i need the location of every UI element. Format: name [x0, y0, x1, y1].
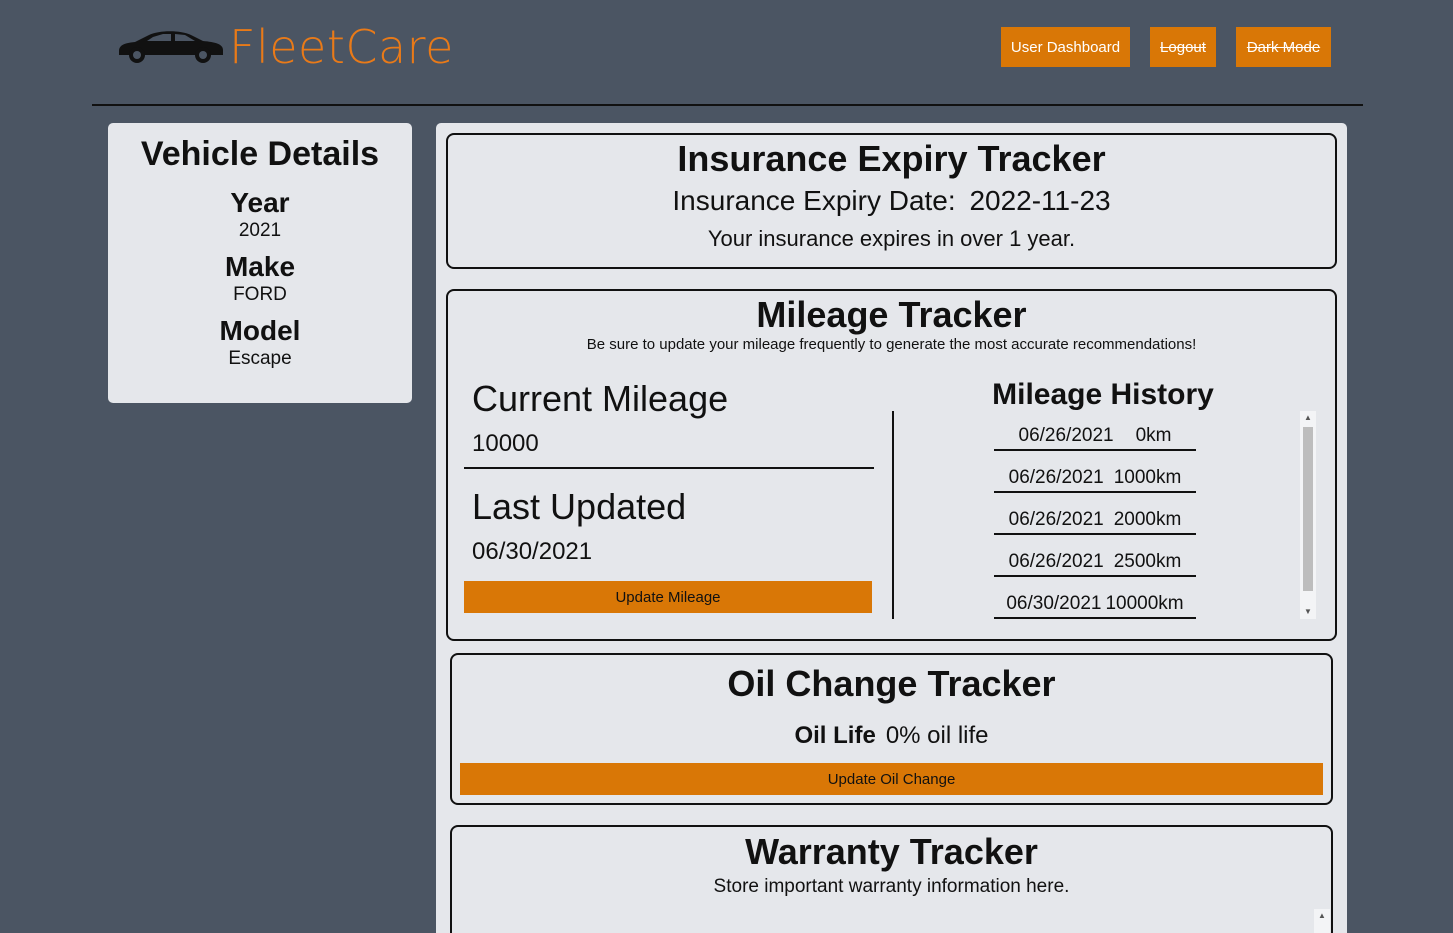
history-date: 06/26/2021 — [1018, 425, 1114, 446]
model-value: Escape — [228, 348, 292, 369]
insurance-tracker: Insurance Expiry Tracker Insurance Expir… — [446, 133, 1337, 269]
history-date: 06/26/2021 — [1008, 551, 1104, 572]
warranty-title: Warranty Tracker — [745, 831, 1038, 872]
header-divider — [92, 104, 1363, 106]
history-scrollbar[interactable]: ▲ ▼ — [1300, 411, 1316, 619]
list-item: 06/26/2021 2000km — [994, 493, 1196, 535]
insurance-title: Insurance Expiry Tracker — [677, 138, 1106, 179]
list-item: 06/26/2021 1000km — [994, 451, 1196, 493]
history-value: 2500km — [1113, 551, 1182, 572]
user-dashboard-button[interactable]: User Dashboard — [1001, 27, 1130, 67]
dark-mode-button[interactable]: Dark Mode — [1236, 27, 1331, 67]
page: FleetCare User Dashboard Logout Dark Mod… — [0, 0, 1453, 933]
mileage-history-list[interactable]: 06/26/2021 0km 06/26/2021 1000km 06/26/2… — [994, 419, 1198, 619]
history-value: 0km — [1135, 425, 1172, 446]
update-oil-change-button[interactable]: Update Oil Change — [460, 763, 1323, 795]
oil-title: Oil Change Tracker — [727, 663, 1056, 704]
warranty-tracker: Warranty Tracker Store important warrant… — [450, 825, 1333, 933]
insurance-date-label: Insurance Expiry Date: — [672, 185, 956, 216]
list-item: 06/26/2021 0km — [994, 419, 1196, 451]
mileage-title: Mileage Tracker — [756, 294, 1027, 335]
brand-name: FleetCare — [229, 20, 454, 74]
warranty-subtitle: Store important warranty information her… — [713, 876, 1070, 897]
logout-button[interactable]: Logout — [1150, 27, 1216, 67]
update-mileage-button[interactable]: Update Mileage — [464, 581, 872, 613]
current-mileage-value: 10000 — [472, 430, 539, 457]
history-value: 1000km — [1113, 467, 1182, 488]
oil-life-line: Oil Life 0% oil life — [452, 721, 1331, 751]
history-date: 06/30/2021 — [1006, 593, 1102, 614]
vehicle-details-card: Vehicle Details Year 2021 Make FORD Mode… — [108, 123, 412, 403]
history-value: 10000km — [1105, 593, 1184, 614]
mileage-current-panel: Current Mileage 10000 Last Updated 06/30… — [464, 379, 874, 613]
make-value: FORD — [233, 284, 287, 305]
mileage-subtitle: Be sure to update your mileage frequentl… — [586, 336, 1197, 353]
main-panel: Insurance Expiry Tracker Insurance Expir… — [436, 123, 1347, 933]
history-date: 06/26/2021 — [1008, 467, 1104, 488]
current-mileage-label: Current Mileage — [472, 378, 729, 419]
list-item: 06/26/2021 2500km — [994, 535, 1196, 577]
scroll-up-icon[interactable]: ▲ — [1300, 411, 1316, 425]
mileage-history-title: Mileage History — [992, 378, 1214, 411]
vehicle-details-title: Vehicle Details — [140, 135, 380, 173]
oil-life-label: Oil Life — [794, 722, 876, 749]
insurance-date-line: Insurance Expiry Date: 2022-11-23 — [448, 184, 1335, 218]
oil-life-value: 0% oil life — [885, 722, 989, 749]
oil-change-tracker: Oil Change Tracker Oil Life 0% oil life U… — [450, 653, 1333, 805]
insurance-note: Your insurance expires in over 1 year. — [707, 226, 1076, 251]
history-value: 2000km — [1113, 509, 1182, 530]
model-label: Model — [219, 315, 301, 346]
scroll-thumb[interactable] — [1303, 427, 1313, 591]
year-label: Year — [230, 187, 290, 218]
last-updated-label: Last Updated — [472, 486, 687, 527]
last-updated-value: 06/30/2021 — [472, 538, 593, 565]
make-label: Make — [224, 251, 296, 282]
mileage-tracker: Mileage Tracker Be sure to update your m… — [446, 289, 1337, 641]
mileage-divider — [464, 467, 874, 469]
list-item: 06/30/2021 10000km — [994, 577, 1196, 619]
insurance-date-value: 2022-11-23 — [969, 185, 1111, 216]
year-value: 2021 — [238, 220, 282, 241]
warranty-scrollbar[interactable]: ▲ — [1314, 909, 1330, 933]
car-icon — [115, 25, 227, 70]
logo[interactable]: FleetCare — [115, 22, 454, 72]
history-date: 06/26/2021 — [1008, 509, 1104, 530]
mileage-vertical-divider — [892, 411, 894, 619]
scroll-down-icon[interactable]: ▼ — [1300, 605, 1316, 619]
scroll-up-icon[interactable]: ▲ — [1314, 909, 1330, 923]
